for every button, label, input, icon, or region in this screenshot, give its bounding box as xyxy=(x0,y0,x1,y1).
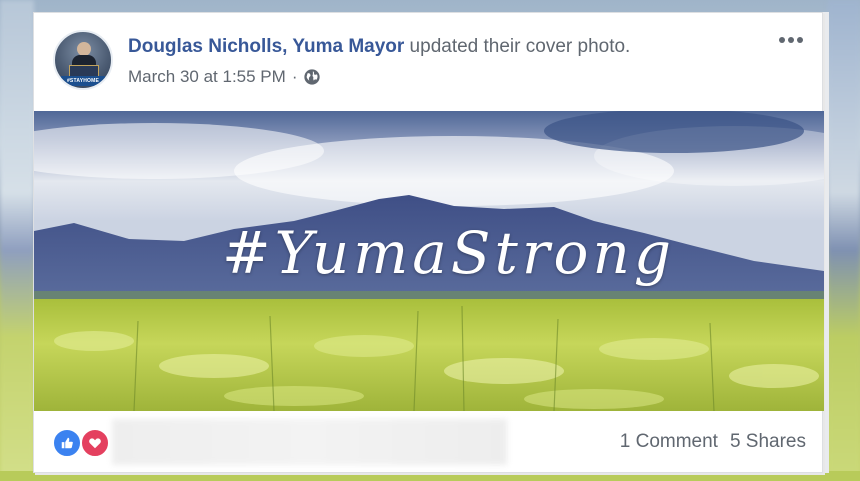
engagement-counts: 1 Comment 5 Shares xyxy=(620,431,806,453)
shares-count-link[interactable]: 5 Shares xyxy=(730,431,806,453)
comments-count-link[interactable]: 1 Comment xyxy=(620,431,718,453)
cover-hashtag-text: #YumaStrong xyxy=(222,219,675,287)
love-icon[interactable] xyxy=(80,428,110,458)
post-header: #STAYHOME Douglas Nicholls, Yuma Mayor u… xyxy=(34,13,822,111)
flower-field xyxy=(34,299,824,411)
thumbs-up-icon xyxy=(61,437,73,449)
cloud xyxy=(544,111,804,153)
post-footer: 1 Comment 5 Shares xyxy=(34,411,824,474)
post-meta: March 30 at 1:55 PM · xyxy=(128,67,321,87)
more-options-button[interactable] xyxy=(776,29,806,51)
cover-photo[interactable]: #YumaStrong xyxy=(34,111,824,411)
author-name-link[interactable]: Douglas Nicholls, Yuma Mayor xyxy=(128,36,404,57)
background-left xyxy=(0,0,34,481)
more-options-icon-dot xyxy=(779,37,785,43)
background-right xyxy=(828,0,860,481)
facebook-post-card: #STAYHOME Douglas Nicholls, Yuma Mayor u… xyxy=(33,12,824,474)
avatar-person-head xyxy=(77,42,91,56)
more-options-icon-dot xyxy=(797,37,803,43)
meta-separator: · xyxy=(291,67,298,86)
blurred-reaction-names xyxy=(112,419,507,465)
like-icon[interactable] xyxy=(52,428,82,458)
avatar-banner-text: #STAYHOME xyxy=(61,76,105,86)
more-options-icon-dot xyxy=(788,37,794,43)
heart-icon xyxy=(89,438,101,449)
post-action-text: updated their cover photo. xyxy=(404,36,631,57)
globe-icon[interactable] xyxy=(303,68,321,86)
post-title-line: Douglas Nicholls, Yuma Mayor updated the… xyxy=(128,36,630,58)
post-timestamp[interactable]: March 30 at 1:55 PM xyxy=(128,67,286,87)
author-avatar[interactable]: #STAYHOME xyxy=(53,30,113,90)
reaction-icons[interactable] xyxy=(52,428,112,458)
